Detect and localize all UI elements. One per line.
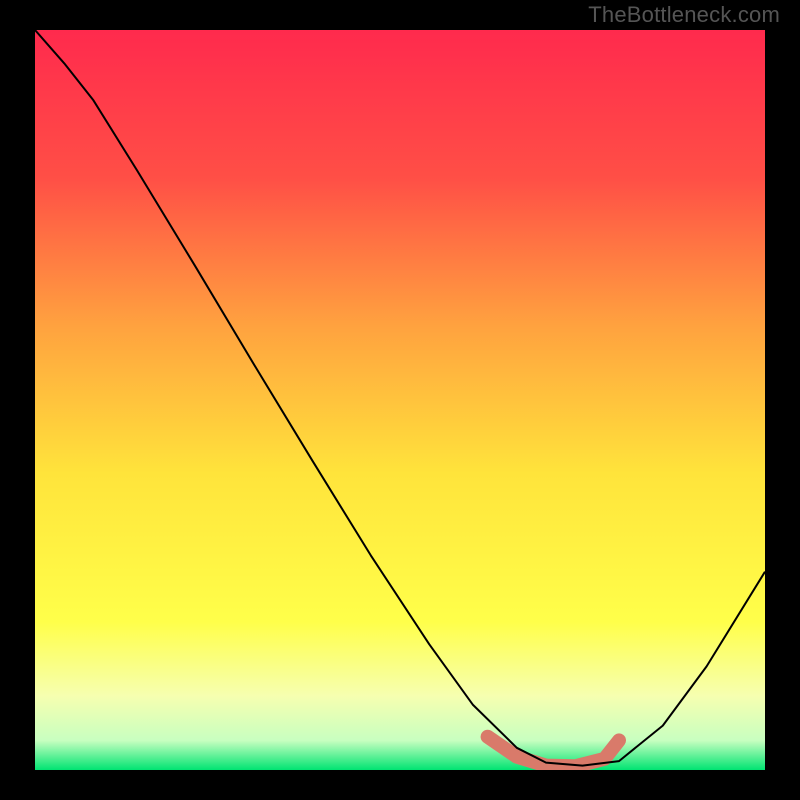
watermark-text: TheBottleneck.com — [588, 2, 780, 28]
gradient-background — [35, 30, 765, 770]
plot-area — [35, 30, 765, 770]
chart-svg — [35, 30, 765, 770]
chart-frame: TheBottleneck.com — [0, 0, 800, 800]
